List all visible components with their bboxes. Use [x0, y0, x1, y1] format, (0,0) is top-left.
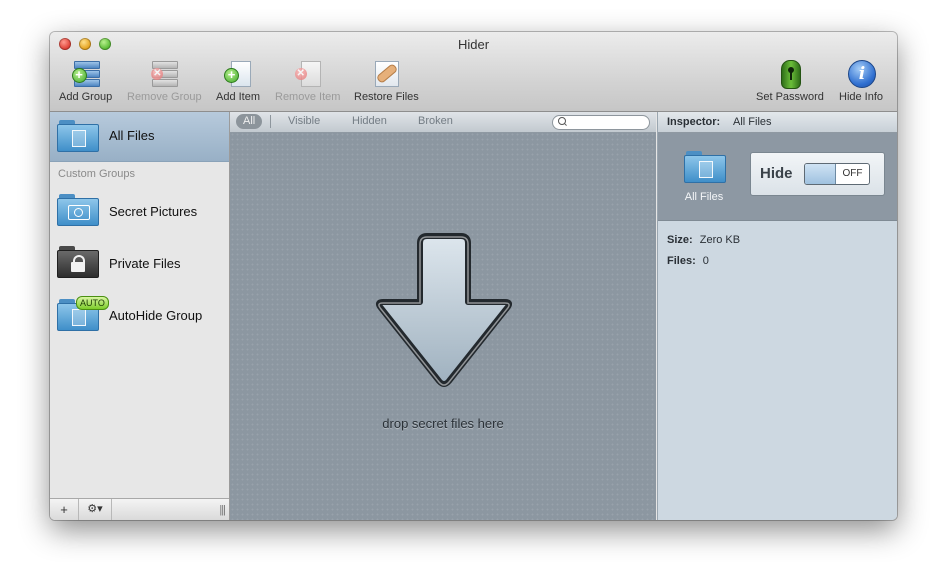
hide-toggle[interactable]: OFF: [804, 163, 870, 185]
sidebar-item-autohide-group[interactable]: AUTO AutoHide Group: [50, 295, 229, 335]
custom-groups-header: Custom Groups: [58, 168, 136, 180]
remove-group-button[interactable]: ✕ Remove Group: [127, 60, 202, 103]
files-row: Files: 0: [667, 255, 709, 267]
filter-broken[interactable]: Broken: [411, 114, 460, 129]
sidebar-item-label: Private Files: [109, 256, 181, 271]
auto-badge: AUTO: [76, 296, 109, 310]
add-group-icon: +: [71, 60, 100, 88]
resize-grip-icon[interactable]: |||: [219, 504, 226, 516]
sidebar-item-label: AutoHide Group: [109, 308, 203, 323]
hide-info-button[interactable]: i Hide Info: [839, 60, 883, 103]
hide-info-label: Hide Info: [839, 91, 884, 103]
inspector-target: All Files: [733, 116, 772, 128]
filter-hidden[interactable]: Hidden: [345, 114, 394, 129]
files-label: Files:: [667, 255, 696, 267]
sidebar-footer: + ⚙▾ |||: [50, 498, 229, 520]
inspector-panel: Inspector: All Files All Files Hide OFF …: [657, 112, 897, 520]
sidebar: All Files Custom Groups Secret Pictures …: [50, 112, 230, 520]
filter-all[interactable]: All: [236, 114, 263, 129]
gear-menu-button[interactable]: ⚙▾: [79, 499, 112, 520]
file-drop-area[interactable]: All Visible Hidden Broken drop secret fi…: [230, 112, 656, 520]
sidebar-item-label: All Files: [109, 128, 155, 143]
add-item-icon: +: [224, 60, 252, 88]
size-value: Zero KB: [699, 234, 741, 246]
inspector-summary: All Files Hide OFF: [658, 133, 897, 221]
set-password-label: Set Password: [756, 91, 824, 103]
filter-divider: [270, 115, 271, 128]
sidebar-item-label: Secret Pictures: [109, 204, 198, 219]
filter-bar: All Visible Hidden Broken: [230, 112, 656, 133]
remove-item-icon: ✕: [294, 60, 322, 88]
camera-folder-icon: [57, 194, 99, 226]
filter-visible[interactable]: Visible: [281, 114, 327, 129]
down-arrow-icon: [375, 233, 513, 387]
toggle-state: OFF: [842, 168, 863, 179]
search-field[interactable]: [552, 115, 650, 130]
remove-group-icon: ✕: [150, 60, 179, 88]
files-value: 0: [702, 255, 709, 267]
sidebar-item-secret-pictures[interactable]: Secret Pictures: [50, 191, 229, 231]
inspector-folder-label: All Files: [684, 191, 724, 203]
remove-group-label: Remove Group: [127, 91, 202, 103]
toggle-knob[interactable]: [805, 164, 836, 184]
add-group-small-button[interactable]: +: [50, 499, 79, 520]
size-row: Size: Zero KB: [667, 234, 740, 246]
add-item-label: Add Item: [216, 91, 261, 103]
remove-item-label: Remove Item: [275, 91, 341, 103]
inspector-label: Inspector:: [667, 116, 721, 128]
info-icon: i: [847, 60, 877, 88]
hider-window: Hider + Add Group ✕ Remove Group + Add I…: [50, 32, 897, 520]
blue-folder-icon: [57, 120, 99, 152]
lock-folder-icon: [57, 246, 99, 278]
key-icon: [776, 60, 804, 89]
sidebar-item-private-files[interactable]: Private Files: [50, 243, 229, 283]
toolbar: Hider + Add Group ✕ Remove Group + Add I…: [50, 32, 897, 112]
add-group-button[interactable]: + Add Group: [59, 60, 112, 103]
restore-files-button[interactable]: Restore Files: [354, 60, 419, 103]
bandaid-icon: [372, 60, 400, 88]
sidebar-item-all-files[interactable]: All Files: [50, 112, 229, 162]
add-item-button[interactable]: + Add Item: [216, 60, 260, 103]
add-group-label: Add Group: [59, 91, 113, 103]
hide-label: Hide: [760, 165, 793, 182]
size-label: Size:: [667, 234, 693, 246]
hide-control: Hide OFF: [750, 152, 885, 196]
window-title: Hider: [457, 37, 490, 52]
search-icon: [558, 117, 566, 125]
drop-hint: drop secret files here: [382, 416, 504, 431]
restore-files-label: Restore Files: [354, 91, 419, 103]
inspector-header: Inspector: All Files: [658, 112, 897, 133]
blue-folder-icon: [684, 151, 726, 183]
set-password-button[interactable]: Set Password: [756, 60, 824, 103]
search-input[interactable]: [569, 116, 645, 129]
remove-item-button[interactable]: ✕ Remove Item: [275, 60, 340, 103]
auto-folder-icon: AUTO: [57, 296, 109, 331]
